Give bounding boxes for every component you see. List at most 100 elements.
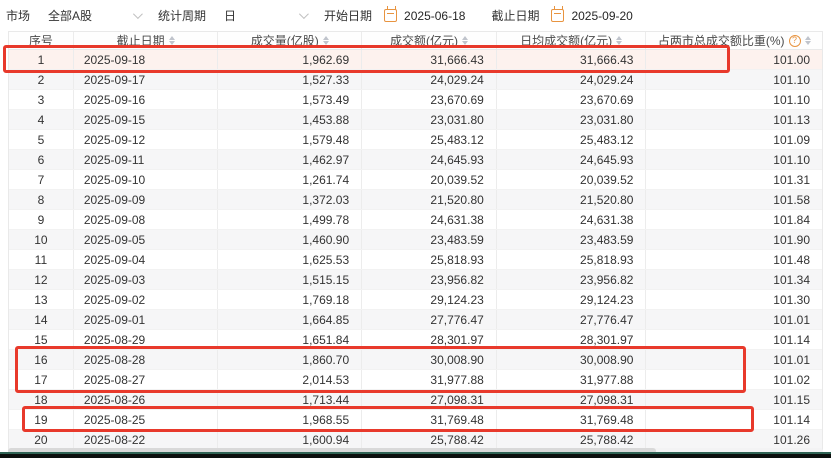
cell-amount: 28,301.97 — [362, 330, 497, 349]
table-row: 32025-09-161,573.4923,670.6923,670.69101… — [9, 90, 822, 110]
cell-ratio: 101.14 — [646, 330, 822, 349]
table-row: 102025-09-051,460.9023,483.5923,483.5910… — [9, 230, 822, 250]
start-date-picker[interactable]: 2025-06-18 — [384, 9, 465, 23]
cell-amount: 24,645.93 — [362, 150, 497, 169]
cell-volume: 1,515.15 — [218, 270, 362, 289]
cell-seq: 12 — [9, 270, 74, 289]
cell-ratio: 101.02 — [646, 370, 822, 389]
cell-daily-avg: 29,124.23 — [497, 290, 647, 309]
cell-seq: 13 — [9, 290, 74, 309]
table-row: 92025-09-081,499.7824,631.3824,631.38101… — [9, 210, 822, 230]
cell-amount: 23,670.69 — [362, 90, 497, 109]
cell-volume: 1,600.94 — [218, 430, 362, 449]
sort-icon[interactable] — [169, 36, 175, 45]
table-body: 12025-09-181,962.6931,666.4331,666.43101… — [9, 50, 822, 450]
cell-seq: 7 — [9, 170, 74, 189]
market-label: 市场 — [6, 7, 30, 24]
table-row: 152025-08-291,651.8428,301.9728,301.9710… — [9, 330, 822, 350]
cell-date: 2025-09-18 — [74, 50, 219, 69]
end-date-label: 截止日期 — [491, 7, 539, 24]
sort-icon[interactable] — [462, 36, 468, 45]
cell-date: 2025-09-04 — [74, 250, 219, 269]
cell-amount: 24,029.24 — [362, 70, 497, 89]
cell-ratio: 101.01 — [646, 350, 822, 369]
market-select[interactable]: 全部A股 — [42, 4, 148, 28]
cell-ratio: 101.13 — [646, 110, 822, 129]
cell-volume: 1,527.33 — [218, 70, 362, 89]
cell-date: 2025-09-10 — [74, 170, 219, 189]
cell-amount: 27,098.31 — [362, 390, 497, 409]
cell-date: 2025-08-29 — [74, 330, 219, 349]
sort-icon[interactable] — [805, 36, 811, 45]
cell-ratio: 101.26 — [646, 430, 822, 449]
cell-date: 2025-09-03 — [74, 270, 219, 289]
table-row: 42025-09-151,453.8823,031.8023,031.80101… — [9, 110, 822, 130]
cell-seq: 6 — [9, 150, 74, 169]
cell-date: 2025-08-27 — [74, 370, 219, 389]
column-header-volume[interactable]: 成交量(亿股) — [218, 32, 362, 49]
cell-ratio: 101.84 — [646, 210, 822, 229]
cell-seq: 5 — [9, 130, 74, 149]
table-row: 192025-08-251,968.5531,769.4831,769.4810… — [9, 410, 822, 430]
cell-daily-avg: 31,769.48 — [497, 410, 647, 429]
cell-seq: 8 — [9, 190, 74, 209]
cell-daily-avg: 20,039.52 — [497, 170, 647, 189]
cell-daily-avg: 25,788.42 — [497, 430, 647, 449]
table-row: 12025-09-181,962.6931,666.4331,666.43101… — [9, 50, 822, 70]
period-select[interactable]: 日 — [218, 4, 314, 28]
cell-amount: 23,031.80 — [362, 110, 497, 129]
cell-daily-avg: 28,301.97 — [497, 330, 647, 349]
cell-ratio: 101.30 — [646, 290, 822, 309]
cell-volume: 1,625.53 — [218, 250, 362, 269]
cell-daily-avg: 27,098.31 — [497, 390, 647, 409]
column-header-ratio[interactable]: 占两市总成交额比重(%)? — [646, 32, 822, 49]
cell-date: 2025-09-05 — [74, 230, 219, 249]
sort-icon[interactable] — [616, 36, 622, 45]
column-header-label: 占两市总成交额比重(%) — [658, 32, 785, 49]
column-header-seq: 序号 — [9, 32, 74, 49]
market-select-value: 全部A股 — [48, 7, 92, 24]
cell-amount: 23,483.59 — [362, 230, 497, 249]
cell-amount: 21,520.80 — [362, 190, 497, 209]
table-row: 52025-09-121,579.4825,483.1225,483.12101… — [9, 130, 822, 150]
cell-volume: 2,014.53 — [218, 370, 362, 389]
cell-seq: 17 — [9, 370, 74, 389]
cell-ratio: 101.15 — [646, 390, 822, 409]
column-header-date[interactable]: 截止日期 — [74, 32, 219, 49]
window-bottom-edge — [0, 452, 831, 458]
cell-daily-avg: 31,977.88 — [497, 370, 647, 389]
sort-icon[interactable] — [323, 36, 329, 45]
column-header-daily-avg[interactable]: 日均成交额(亿元) — [497, 32, 647, 49]
cell-seq: 2 — [9, 70, 74, 89]
cell-daily-avg: 27,776.47 — [497, 310, 647, 329]
end-date-picker[interactable]: 2025-09-20 — [551, 9, 632, 23]
cell-daily-avg: 24,029.24 — [497, 70, 647, 89]
cell-date: 2025-09-02 — [74, 290, 219, 309]
table-row: 162025-08-281,860.7030,008.9030,008.9010… — [9, 350, 822, 370]
table-row: 132025-09-021,769.1829,124.2329,124.2310… — [9, 290, 822, 310]
cell-ratio: 101.00 — [646, 50, 822, 69]
column-header-label: 日均成交额(亿元) — [520, 32, 612, 49]
cell-daily-avg: 23,031.80 — [497, 110, 647, 129]
cell-amount: 24,631.38 — [362, 210, 497, 229]
cell-seq: 11 — [9, 250, 74, 269]
cell-amount: 31,977.88 — [362, 370, 497, 389]
cell-ratio: 101.10 — [646, 70, 822, 89]
calendar-icon — [384, 9, 397, 22]
cell-ratio: 101.10 — [646, 90, 822, 109]
cell-daily-avg: 23,670.69 — [497, 90, 647, 109]
table-row: 22025-09-171,527.3324,029.2424,029.24101… — [9, 70, 822, 90]
cell-ratio: 101.48 — [646, 250, 822, 269]
cell-date: 2025-09-11 — [74, 150, 219, 169]
cell-daily-avg: 21,520.80 — [497, 190, 647, 209]
cell-amount: 25,818.93 — [362, 250, 497, 269]
cell-ratio: 101.09 — [646, 130, 822, 149]
cell-volume: 1,453.88 — [218, 110, 362, 129]
help-icon[interactable]: ? — [789, 35, 801, 47]
cell-ratio: 101.31 — [646, 170, 822, 189]
cell-amount: 27,776.47 — [362, 310, 497, 329]
table-row: 72025-09-101,261.7420,039.5220,039.52101… — [9, 170, 822, 190]
cell-volume: 1,968.55 — [218, 410, 362, 429]
column-header-label: 成交额(亿元) — [390, 32, 458, 49]
column-header-amount[interactable]: 成交额(亿元) — [362, 32, 497, 49]
